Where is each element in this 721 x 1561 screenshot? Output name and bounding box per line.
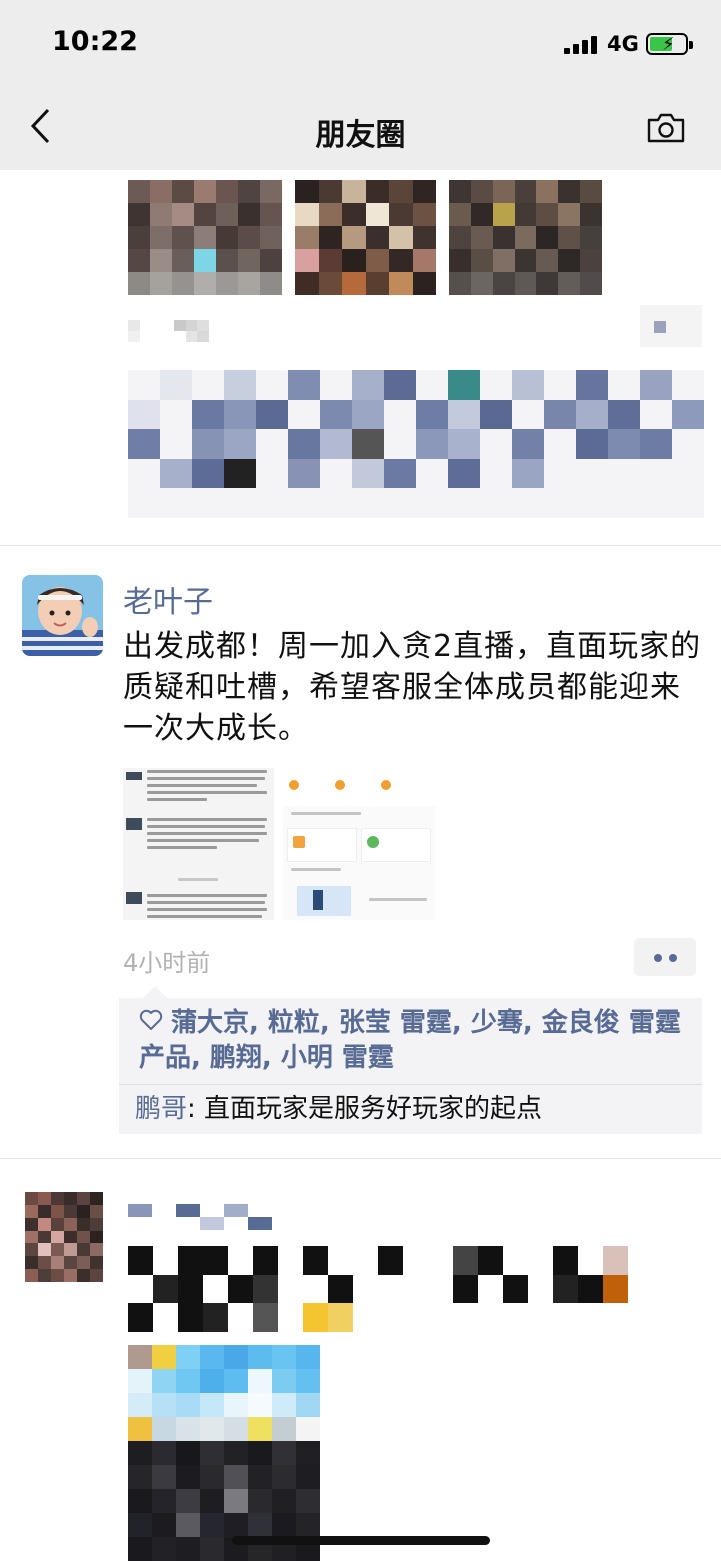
post-divider [0,1158,721,1159]
camera-icon[interactable] [646,112,686,144]
post-divider [0,545,721,546]
page-title: 朋友圈 [315,118,406,153]
comment-item[interactable]: 鹏哥: 直面玩家是服务好玩家的起点 [119,1085,702,1134]
status-time: 10:22 [52,26,138,57]
next-post-author[interactable] [128,1204,272,1230]
previous-post-comments [128,370,704,518]
comment-separator: : [187,1094,205,1124]
next-post-avatar[interactable] [25,1192,103,1282]
post-author[interactable]: 老叶子 [123,577,213,621]
nav-bar: 朋友圈 [0,90,721,170]
likes-names[interactable]: 蒲大京, 粒粒, 张莹 雷霆, 少骞, 金良俊 雷霆 产品, 鹏翔, 小明 雷霆 [139,1008,681,1073]
previous-post-time [128,320,220,342]
post-image-2[interactable] [283,768,435,920]
status-bar: 10:22 4G ⚡ [0,0,721,90]
comment-author[interactable]: 鹏哥 [135,1094,187,1124]
post-time: 4小时前 [123,949,211,977]
next-post-text [128,1246,628,1332]
previous-post-more-button[interactable] [640,305,702,347]
post-text: 出发成都！周一加入贪2直播，直面玩家的质疑和吐槽，希望客服全体成员都能迎来一次大… [123,629,702,746]
post-image-1[interactable] [123,768,274,920]
signal-icon [564,36,600,54]
previous-post-image-1[interactable] [128,180,282,295]
network-label: 4G [607,32,639,56]
home-indicator[interactable] [232,1536,490,1545]
previous-post-image-2[interactable] [295,180,436,295]
avatar[interactable] [22,575,103,656]
next-post-image[interactable] [128,1345,320,1561]
battery-icon: ⚡ [646,33,693,55]
post-more-button[interactable] [634,938,696,976]
previous-post-image-3[interactable] [449,180,602,295]
heart-icon [139,1006,163,1041]
comment-text: 直面玩家是服务好玩家的起点 [204,1094,543,1124]
post-interactions: 蒲大京, 粒粒, 张莹 雷霆, 少骞, 金良俊 雷霆 产品, 鹏翔, 小明 雷霆… [119,986,702,1134]
likes-list: 蒲大京, 粒粒, 张莹 雷霆, 少骞, 金良俊 雷霆 产品, 鹏翔, 小明 雷霆 [119,998,702,1084]
